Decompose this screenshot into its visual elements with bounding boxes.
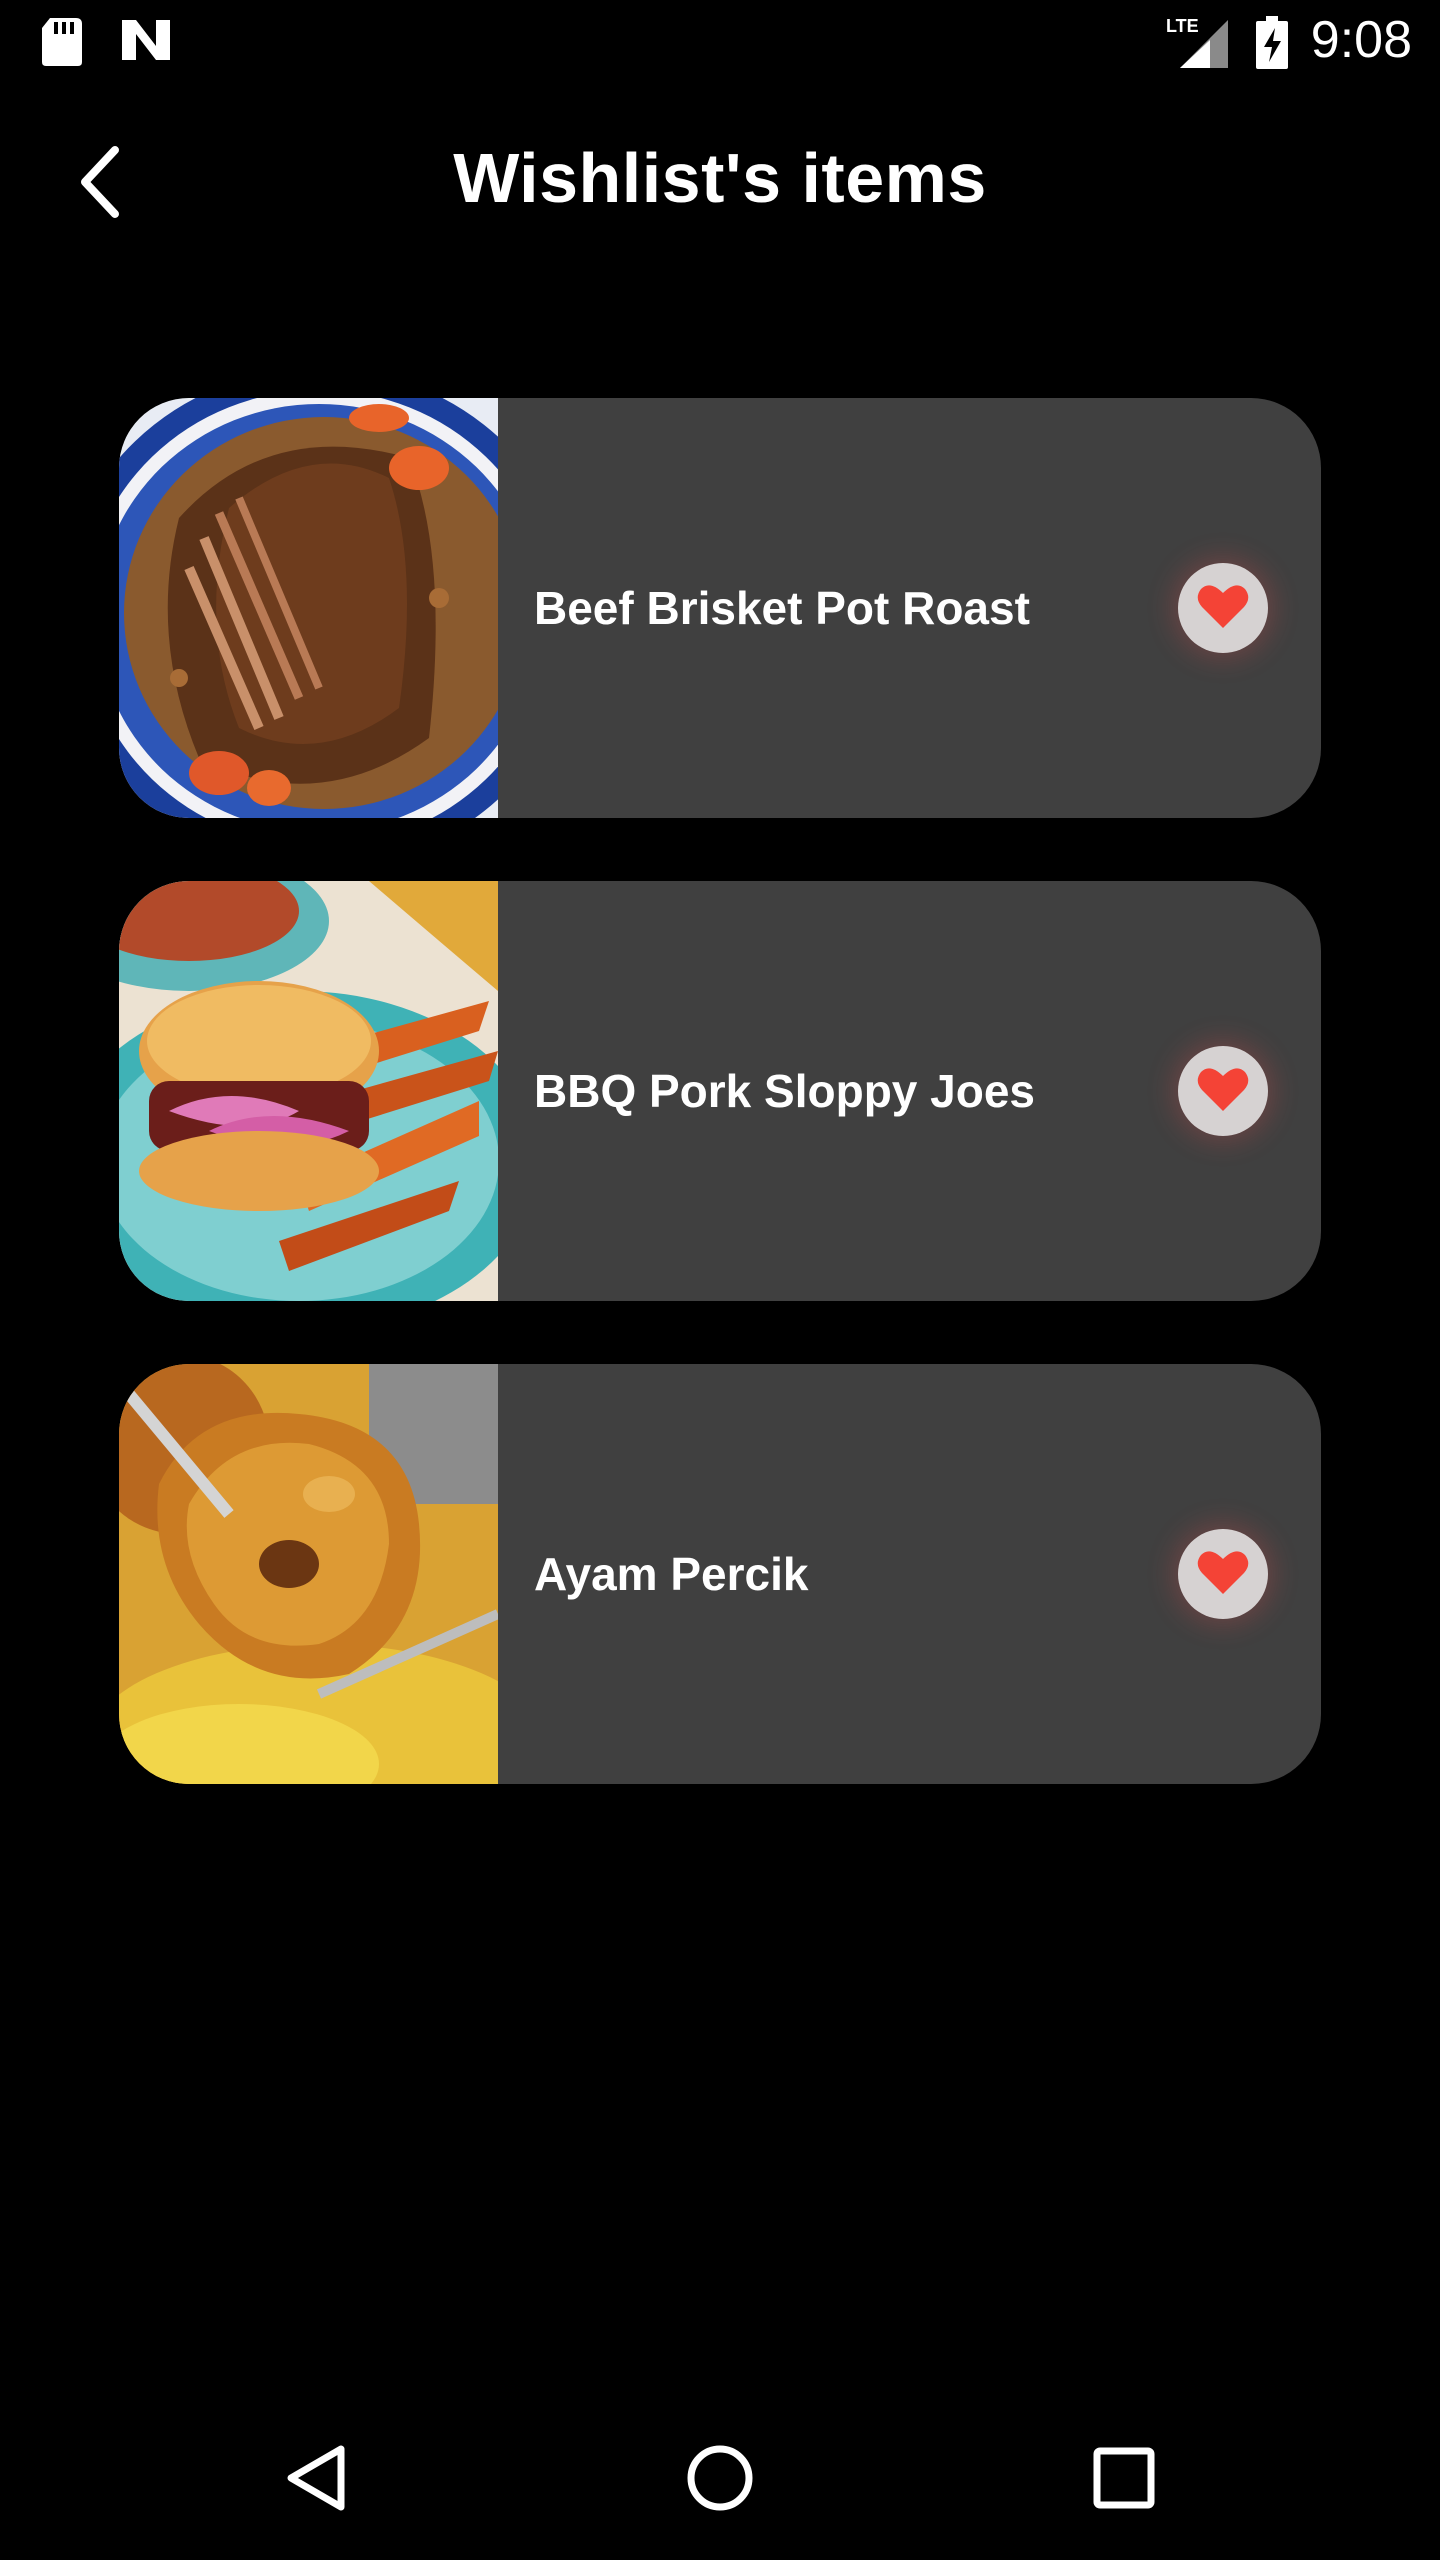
sd-card-icon [40,16,84,73]
status-bar: LTE 9:08 [0,0,1440,84]
battery-charging-icon [1254,14,1290,75]
favorite-button[interactable] [1178,563,1268,653]
lte-signal-icon: LTE [1166,14,1232,75]
favorite-button[interactable] [1178,1529,1268,1619]
navigation-bar [0,2400,1440,2560]
svg-text:LTE: LTE [1166,16,1199,36]
wishlist-item[interactable]: BBQ Pork Sloppy Joes [119,881,1321,1301]
beef-brisket-pot-roast-photo [119,398,498,818]
app-bar: Wishlist's items [0,120,1440,240]
ayam-percik-photo [119,1364,498,1784]
nav-home-button[interactable] [680,2440,760,2520]
n-notification-icon [118,16,174,69]
heart-icon [1196,582,1250,635]
back-triangle-icon [283,2443,349,2518]
heart-icon [1196,1548,1250,1601]
status-time: 9:08 [1310,11,1412,69]
item-name: Ayam Percik [534,1548,809,1600]
nav-back-button[interactable] [276,2440,356,2520]
favorite-button[interactable] [1178,1046,1268,1136]
heart-icon [1196,1065,1250,1118]
home-circle-icon [685,2443,755,2518]
wishlist: Beef Brisket Pot Roast BBQ Pork Sloppy J… [119,398,1321,1847]
wishlist-item[interactable]: Beef Brisket Pot Roast [119,398,1321,818]
item-name: BBQ Pork Sloppy Joes [534,1065,1036,1117]
nav-recents-button[interactable] [1084,2440,1164,2520]
page-title: Wishlist's items [453,139,987,217]
wishlist-item[interactable]: Ayam Percik [119,1364,1321,1784]
bbq-pork-sloppy-joes-photo [119,881,498,1301]
recents-square-icon [1091,2445,1157,2516]
item-name: Beef Brisket Pot Roast [534,582,1030,634]
